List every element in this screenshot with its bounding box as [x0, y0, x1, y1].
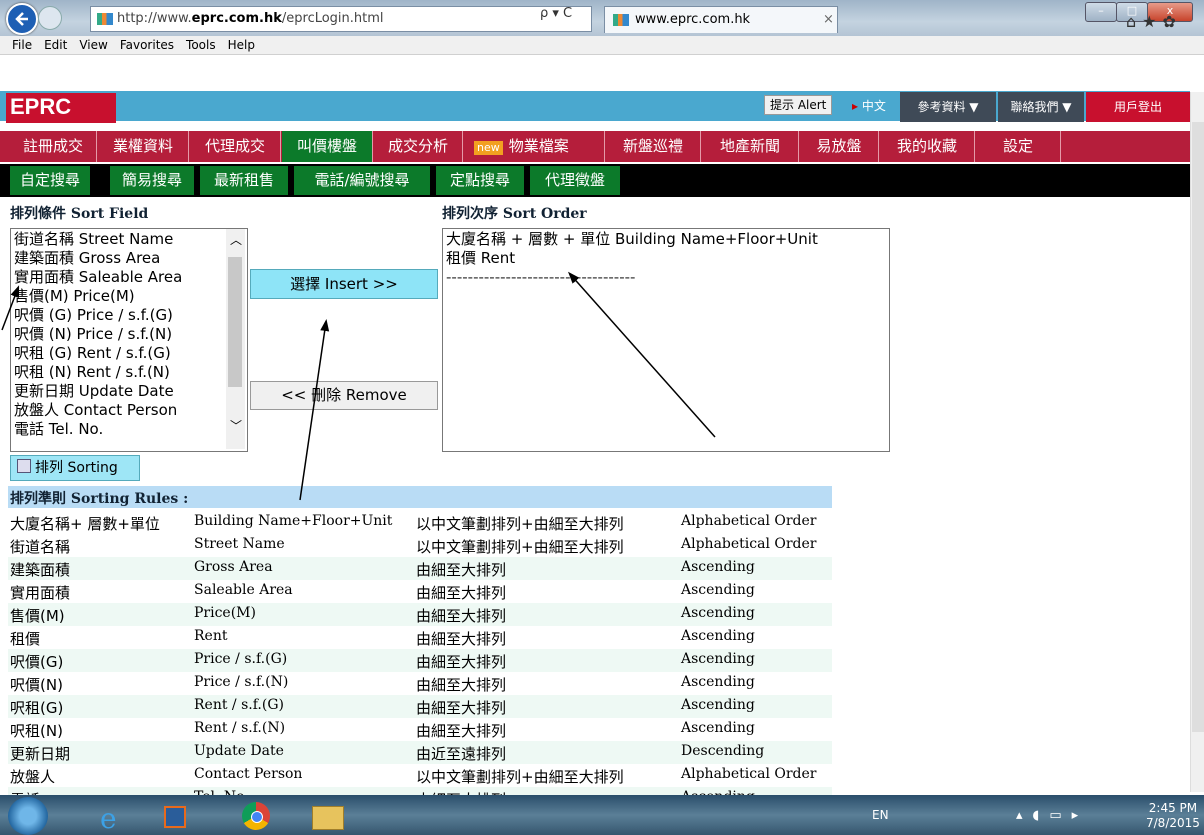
clock[interactable]: 2:45 PM 7/8/2015 — [1146, 801, 1200, 831]
annotation-arrows — [1, 271, 716, 501]
internet-explorer-icon[interactable]: e — [90, 800, 130, 835]
system-tray-icons[interactable]: ▴◖▭▸ — [1016, 808, 1088, 823]
language-indicator[interactable]: EN — [872, 808, 889, 822]
media-player-icon[interactable] — [160, 800, 200, 832]
chrome-icon[interactable] — [240, 800, 280, 832]
file-explorer-icon[interactable] — [310, 800, 350, 832]
start-button[interactable] — [8, 797, 48, 835]
